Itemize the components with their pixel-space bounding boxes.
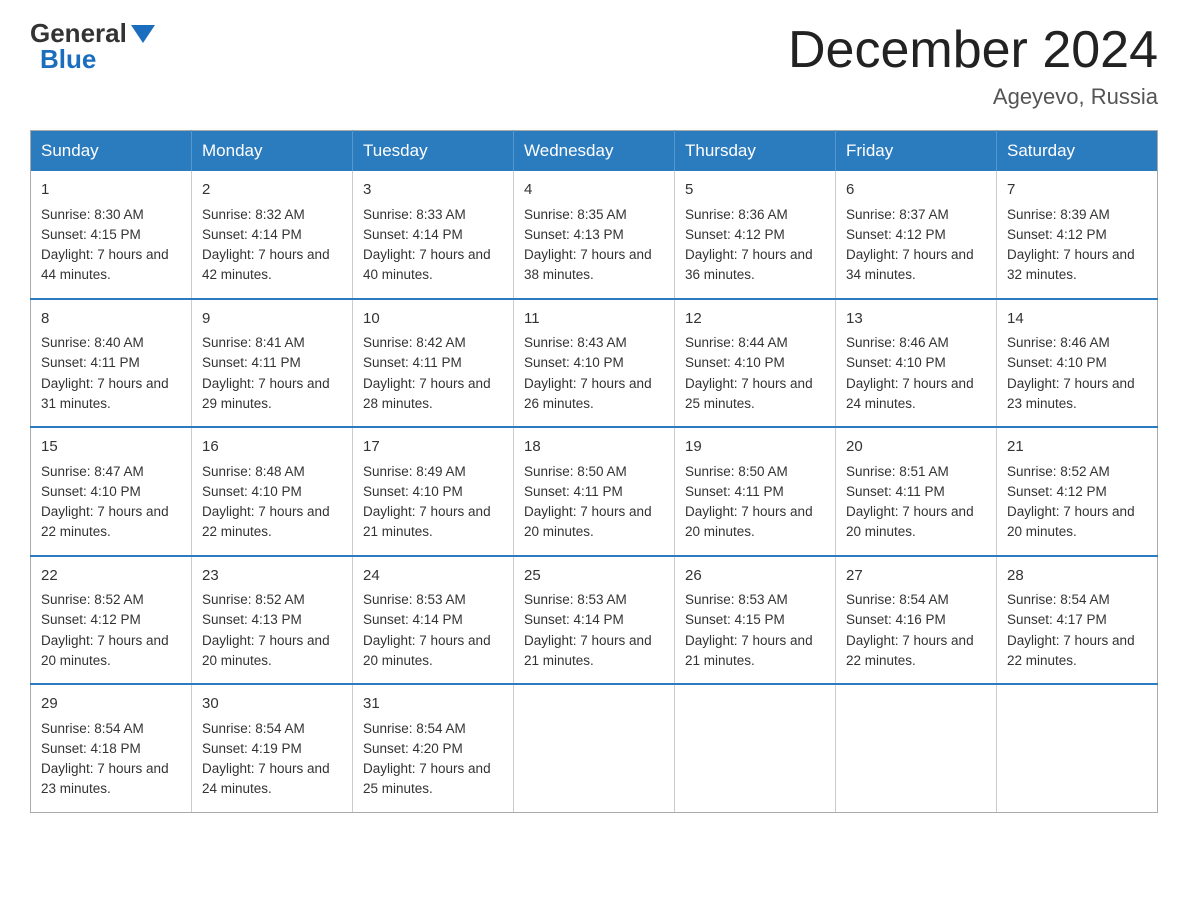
day-number: 14 — [1007, 308, 1147, 331]
day-number: 11 — [524, 308, 664, 331]
calendar-week-row: 15Sunrise: 8:47 AMSunset: 4:10 PMDayligh… — [31, 427, 1158, 556]
day-number: 6 — [846, 179, 986, 202]
calendar-cell: 1Sunrise: 8:30 AMSunset: 4:15 PMDaylight… — [31, 171, 192, 299]
day-number: 28 — [1007, 565, 1147, 588]
calendar-cell: 18Sunrise: 8:50 AMSunset: 4:11 PMDayligh… — [514, 427, 675, 556]
day-number: 19 — [685, 436, 825, 459]
calendar-cell: 4Sunrise: 8:35 AMSunset: 4:13 PMDaylight… — [514, 171, 675, 299]
day-number: 1 — [41, 179, 181, 202]
calendar-cell: 23Sunrise: 8:52 AMSunset: 4:13 PMDayligh… — [192, 556, 353, 685]
calendar-cell: 22Sunrise: 8:52 AMSunset: 4:12 PMDayligh… — [31, 556, 192, 685]
day-number: 22 — [41, 565, 181, 588]
calendar-cell: 10Sunrise: 8:42 AMSunset: 4:11 PMDayligh… — [353, 299, 514, 428]
day-number: 27 — [846, 565, 986, 588]
day-number: 29 — [41, 693, 181, 716]
calendar-cell: 6Sunrise: 8:37 AMSunset: 4:12 PMDaylight… — [836, 171, 997, 299]
calendar-cell: 8Sunrise: 8:40 AMSunset: 4:11 PMDaylight… — [31, 299, 192, 428]
header-monday: Monday — [192, 131, 353, 172]
calendar-cell — [514, 684, 675, 812]
calendar-cell: 12Sunrise: 8:44 AMSunset: 4:10 PMDayligh… — [675, 299, 836, 428]
calendar-cell: 26Sunrise: 8:53 AMSunset: 4:15 PMDayligh… — [675, 556, 836, 685]
page-header: General Blue December 2024 Ageyevo, Russ… — [30, 20, 1158, 110]
logo-general-text: General — [30, 20, 127, 46]
header-tuesday: Tuesday — [353, 131, 514, 172]
logo: General Blue — [30, 20, 155, 72]
calendar-cell — [836, 684, 997, 812]
calendar-cell: 24Sunrise: 8:53 AMSunset: 4:14 PMDayligh… — [353, 556, 514, 685]
calendar-cell: 15Sunrise: 8:47 AMSunset: 4:10 PMDayligh… — [31, 427, 192, 556]
calendar-cell: 30Sunrise: 8:54 AMSunset: 4:19 PMDayligh… — [192, 684, 353, 812]
header-sunday: Sunday — [31, 131, 192, 172]
calendar-cell: 17Sunrise: 8:49 AMSunset: 4:10 PMDayligh… — [353, 427, 514, 556]
month-title: December 2024 — [788, 20, 1158, 80]
day-number: 18 — [524, 436, 664, 459]
calendar-cell: 13Sunrise: 8:46 AMSunset: 4:10 PMDayligh… — [836, 299, 997, 428]
calendar-week-row: 8Sunrise: 8:40 AMSunset: 4:11 PMDaylight… — [31, 299, 1158, 428]
day-number: 15 — [41, 436, 181, 459]
day-number: 21 — [1007, 436, 1147, 459]
calendar-cell: 27Sunrise: 8:54 AMSunset: 4:16 PMDayligh… — [836, 556, 997, 685]
day-number: 31 — [363, 693, 503, 716]
day-number: 30 — [202, 693, 342, 716]
location-label: Ageyevo, Russia — [788, 84, 1158, 110]
calendar-week-row: 29Sunrise: 8:54 AMSunset: 4:18 PMDayligh… — [31, 684, 1158, 812]
calendar-cell: 16Sunrise: 8:48 AMSunset: 4:10 PMDayligh… — [192, 427, 353, 556]
title-section: December 2024 Ageyevo, Russia — [788, 20, 1158, 110]
day-number: 26 — [685, 565, 825, 588]
calendar-cell: 2Sunrise: 8:32 AMSunset: 4:14 PMDaylight… — [192, 171, 353, 299]
calendar-cell: 21Sunrise: 8:52 AMSunset: 4:12 PMDayligh… — [997, 427, 1158, 556]
day-number: 10 — [363, 308, 503, 331]
day-number: 2 — [202, 179, 342, 202]
day-number: 25 — [524, 565, 664, 588]
calendar-cell: 14Sunrise: 8:46 AMSunset: 4:10 PMDayligh… — [997, 299, 1158, 428]
header-friday: Friday — [836, 131, 997, 172]
calendar-header-row: SundayMondayTuesdayWednesdayThursdayFrid… — [31, 131, 1158, 172]
day-number: 4 — [524, 179, 664, 202]
day-number: 9 — [202, 308, 342, 331]
calendar-cell: 19Sunrise: 8:50 AMSunset: 4:11 PMDayligh… — [675, 427, 836, 556]
calendar-cell: 5Sunrise: 8:36 AMSunset: 4:12 PMDaylight… — [675, 171, 836, 299]
header-wednesday: Wednesday — [514, 131, 675, 172]
calendar-cell: 7Sunrise: 8:39 AMSunset: 4:12 PMDaylight… — [997, 171, 1158, 299]
logo-triangle-icon — [131, 25, 155, 43]
day-number: 17 — [363, 436, 503, 459]
day-number: 24 — [363, 565, 503, 588]
calendar-week-row: 1Sunrise: 8:30 AMSunset: 4:15 PMDaylight… — [31, 171, 1158, 299]
calendar-table: SundayMondayTuesdayWednesdayThursdayFrid… — [30, 130, 1158, 813]
day-number: 23 — [202, 565, 342, 588]
logo-blue-text: Blue — [40, 46, 96, 72]
calendar-cell: 31Sunrise: 8:54 AMSunset: 4:20 PMDayligh… — [353, 684, 514, 812]
calendar-cell: 28Sunrise: 8:54 AMSunset: 4:17 PMDayligh… — [997, 556, 1158, 685]
calendar-cell: 11Sunrise: 8:43 AMSunset: 4:10 PMDayligh… — [514, 299, 675, 428]
calendar-cell: 20Sunrise: 8:51 AMSunset: 4:11 PMDayligh… — [836, 427, 997, 556]
calendar-cell: 25Sunrise: 8:53 AMSunset: 4:14 PMDayligh… — [514, 556, 675, 685]
calendar-cell — [997, 684, 1158, 812]
day-number: 7 — [1007, 179, 1147, 202]
calendar-cell: 29Sunrise: 8:54 AMSunset: 4:18 PMDayligh… — [31, 684, 192, 812]
calendar-week-row: 22Sunrise: 8:52 AMSunset: 4:12 PMDayligh… — [31, 556, 1158, 685]
day-number: 5 — [685, 179, 825, 202]
header-saturday: Saturday — [997, 131, 1158, 172]
day-number: 13 — [846, 308, 986, 331]
calendar-cell — [675, 684, 836, 812]
day-number: 3 — [363, 179, 503, 202]
day-number: 16 — [202, 436, 342, 459]
day-number: 20 — [846, 436, 986, 459]
header-thursday: Thursday — [675, 131, 836, 172]
calendar-cell: 3Sunrise: 8:33 AMSunset: 4:14 PMDaylight… — [353, 171, 514, 299]
calendar-cell: 9Sunrise: 8:41 AMSunset: 4:11 PMDaylight… — [192, 299, 353, 428]
day-number: 12 — [685, 308, 825, 331]
day-number: 8 — [41, 308, 181, 331]
